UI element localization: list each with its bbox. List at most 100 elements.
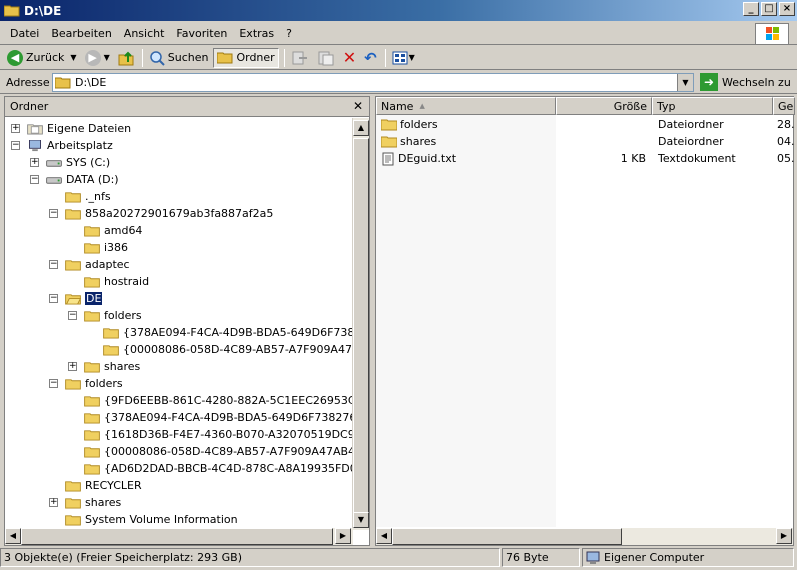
folder-pane-header: Ordner ✕: [5, 97, 369, 117]
menu-bearbeiten[interactable]: Bearbeiten: [45, 25, 117, 42]
menu-extras[interactable]: Extras: [233, 25, 280, 42]
file-name: folders: [400, 118, 438, 131]
tree-item-label: i386: [104, 241, 129, 254]
tree-item[interactable]: + Eigene Dateien: [11, 120, 132, 137]
views-button[interactable]: ▼: [389, 49, 418, 67]
toolbar-separator: [283, 48, 285, 67]
close-button[interactable]: ×: [779, 2, 795, 16]
tree-item[interactable]: {00008086-058D-4C89-AB57-A7F909A47AB4}: [84, 443, 353, 460]
address-input[interactable]: D:\DE ▼: [52, 73, 694, 92]
chevron-down-icon: ▼: [408, 53, 415, 62]
chevron-down-icon[interactable]: ▼: [104, 53, 110, 62]
delete-button[interactable]: ✕: [340, 49, 359, 67]
tree-item[interactable]: − 858a20272901679ab3fa887af2a5: [49, 205, 273, 222]
file-size: 1 KB: [620, 152, 646, 165]
tree-item[interactable]: RECYCLER: [65, 477, 142, 494]
scroll-thumb[interactable]: [353, 138, 369, 514]
list-item[interactable]: DEguid.txt 1 KB Textdokument 05.: [376, 150, 795, 167]
collapse-icon[interactable]: −: [68, 311, 77, 320]
collapse-icon[interactable]: −: [49, 379, 58, 388]
column-name-label: Name: [381, 99, 414, 113]
chevron-down-icon[interactable]: ▼: [70, 53, 76, 62]
folders-button[interactable]: Ordner: [213, 47, 279, 68]
tree-item[interactable]: {AD6D2DAD-BBCB-4C4D-878C-A8A19935FD0A}: [84, 460, 353, 477]
folder-icon: [84, 429, 100, 441]
tree-item[interactable]: {00008086-058D-4C89-AB57-A7F909A47AB4}: [103, 341, 353, 358]
up-button[interactable]: [115, 48, 137, 68]
collapse-icon[interactable]: −: [11, 141, 20, 150]
status-size: 76 Byte: [502, 548, 580, 567]
tree-item-label: Eigene Dateien: [47, 122, 132, 135]
copy-to-button[interactable]: [314, 48, 338, 68]
scroll-right-button[interactable]: ▶: [776, 528, 792, 544]
scroll-up-button[interactable]: ▲: [353, 120, 369, 136]
scroll-thumb[interactable]: [392, 528, 622, 545]
close-pane-icon[interactable]: ✕: [353, 99, 363, 113]
list-item[interactable]: folders Dateiordner 28.: [376, 116, 795, 133]
tree-item[interactable]: − DATA (D:): [30, 171, 119, 188]
menu-datei[interactable]: Datei: [4, 25, 45, 42]
column-header-date[interactable]: Geä: [773, 97, 795, 115]
my-computer-icon: [586, 551, 600, 564]
go-button[interactable]: ➜ Wechseln zu: [700, 73, 791, 91]
collapse-icon[interactable]: −: [49, 294, 58, 303]
tree-item[interactable]: {378AE094-F4CA-4D9B-BDA5-649D6F738276}: [84, 409, 353, 426]
menu-ansicht[interactable]: Ansicht: [118, 25, 171, 42]
column-header-name[interactable]: Name ▲: [376, 97, 556, 115]
expand-icon[interactable]: +: [68, 362, 77, 371]
tree-item[interactable]: i386: [84, 239, 128, 256]
tree-horizontal-scrollbar[interactable]: ◀ ▶: [5, 528, 353, 545]
tree-item[interactable]: − folders: [68, 307, 142, 324]
tree-item[interactable]: hostraid: [84, 273, 149, 290]
tree-item[interactable]: System Volume Information: [65, 511, 238, 528]
status-objects: 3 Objekte(e) (Freier Speicherplatz: 293 …: [0, 548, 500, 567]
forward-button[interactable]: ▶ ▼: [82, 48, 113, 68]
tree-item[interactable]: − Arbeitsplatz: [11, 137, 113, 154]
tree-item[interactable]: {1618D36B-F4E7-4360-B070-A32070519DC9}: [84, 426, 353, 443]
tree-item-label: shares: [104, 360, 141, 373]
list-horizontal-scrollbar[interactable]: ◀ ▶: [376, 528, 793, 545]
column-header-size[interactable]: Größe: [556, 97, 652, 115]
undo-button[interactable]: ↶: [361, 49, 380, 67]
drive-icon: [46, 159, 62, 167]
scroll-down-button[interactable]: ▼: [353, 512, 369, 528]
tree-item[interactable]: amd64: [84, 222, 142, 239]
folder-open-icon: [65, 293, 81, 305]
expand-icon[interactable]: +: [30, 158, 39, 167]
maximize-button[interactable]: □: [761, 2, 777, 16]
tree-item[interactable]: − DE: [49, 290, 103, 307]
expand-icon[interactable]: +: [49, 498, 58, 507]
address-dropdown-button[interactable]: ▼: [677, 74, 693, 91]
scroll-left-button[interactable]: ◀: [376, 528, 392, 544]
menu-favoriten[interactable]: Favoriten: [170, 25, 233, 42]
collapse-icon[interactable]: −: [49, 209, 58, 218]
column-header-type[interactable]: Typ: [652, 97, 773, 115]
folder-icon: [84, 276, 100, 288]
tree-item[interactable]: {9FD6EEBB-861C-4280-882A-5C1EEC26953C}: [84, 392, 353, 409]
collapse-icon[interactable]: −: [49, 260, 58, 269]
tree-item[interactable]: ._nfs: [65, 188, 111, 205]
tree-item[interactable]: − folders: [49, 375, 123, 392]
tree-item[interactable]: + SYS (C:): [30, 154, 110, 171]
menu-help[interactable]: ?: [280, 25, 298, 42]
tree-item[interactable]: − adaptec: [49, 256, 130, 273]
minimize-button[interactable]: _: [743, 2, 759, 16]
tree-item[interactable]: {378AE094-F4CA-4D9B-BDA5-649D6F738276}: [103, 324, 353, 341]
tree-item[interactable]: + shares: [49, 494, 121, 511]
folder-icon: [84, 361, 100, 373]
scroll-left-button[interactable]: ◀: [5, 528, 21, 544]
back-button[interactable]: ◀ Zurück ▼: [4, 48, 80, 68]
menu-bar: Datei Bearbeiten Ansicht Favoriten Extra…: [0, 22, 797, 45]
tree-item[interactable]: + shares: [68, 358, 141, 375]
collapse-icon[interactable]: −: [30, 175, 39, 184]
expand-icon[interactable]: +: [11, 124, 20, 133]
move-to-button[interactable]: [288, 48, 312, 68]
column-headers: Name ▲ Größe Typ Geä: [376, 97, 795, 115]
scroll-right-button[interactable]: ▶: [335, 528, 351, 544]
column-size-label: Größe: [613, 99, 647, 113]
list-item[interactable]: shares Dateiordner 04.: [376, 133, 795, 150]
tree-vertical-scrollbar[interactable]: ▲ ▼: [352, 118, 369, 530]
scroll-thumb[interactable]: [21, 528, 333, 545]
folder-icon: [65, 480, 81, 492]
search-button[interactable]: Suchen: [146, 48, 212, 68]
